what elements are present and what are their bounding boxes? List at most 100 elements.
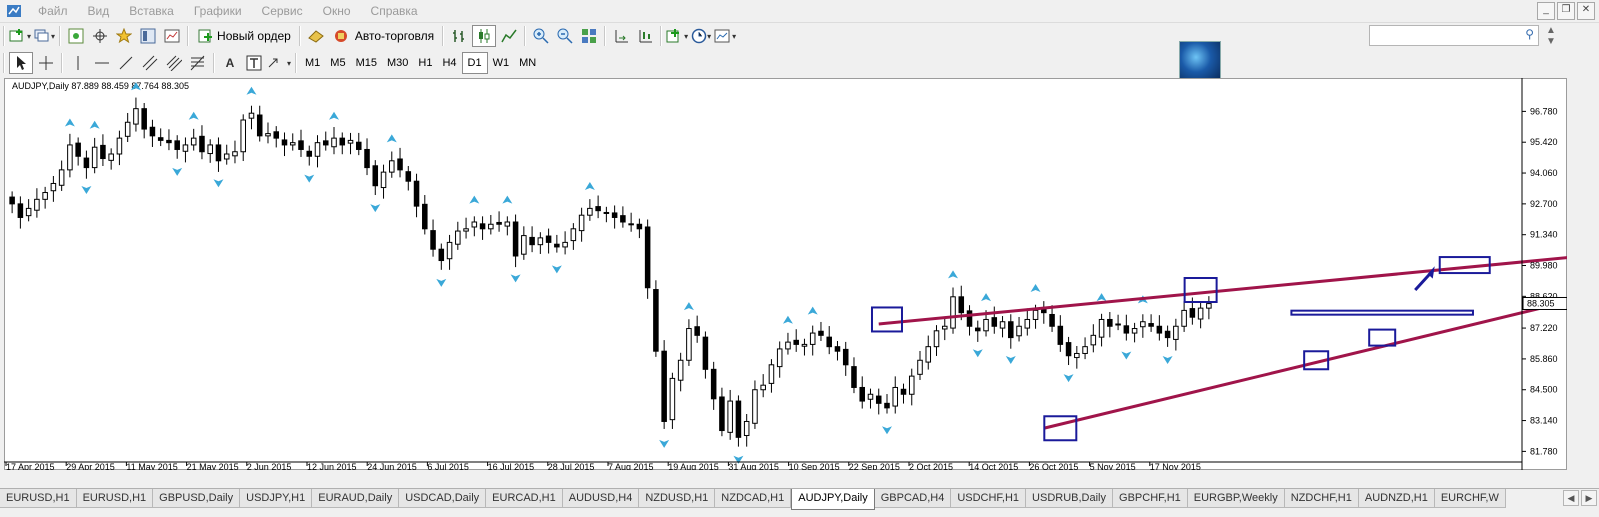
chart-shift-icon[interactable] [610, 26, 632, 46]
candle-body [578, 214, 585, 232]
chart-tab[interactable]: USDRUB,Daily [1026, 489, 1114, 508]
search-input[interactable]: ⚲ [1369, 25, 1539, 46]
chart-tab[interactable]: NZDCAD,H1 [715, 489, 792, 508]
restore-icon[interactable]: ❐ [1557, 2, 1575, 20]
menu-view[interactable]: Вид [78, 0, 120, 22]
trend-line-upper [878, 256, 1567, 326]
chart-tab[interactable]: USDCAD,Daily [399, 489, 487, 508]
auto-trading-button[interactable]: Авто-торговля [329, 26, 438, 46]
candle-body [496, 221, 502, 225]
crosshair-icon[interactable] [35, 53, 57, 73]
candle-body [215, 144, 222, 162]
chart-tab[interactable]: EURUSD,H1 [76, 489, 154, 508]
favorites-icon[interactable] [113, 26, 135, 46]
meta-editor-icon[interactable] [305, 26, 327, 46]
timeframe-m5[interactable]: M5 [325, 53, 350, 73]
chart-tab[interactable]: GBPCHF,H1 [1113, 489, 1188, 508]
fibo-retracement-icon[interactable] [187, 53, 209, 73]
chart-tab[interactable]: AUDJPY,Daily [791, 489, 875, 510]
candle-body [372, 165, 379, 187]
menu-charts[interactable]: Графики [184, 0, 252, 22]
bar-chart-icon[interactable] [448, 26, 470, 46]
crosshair-nav-icon[interactable] [89, 26, 111, 46]
chart-tab[interactable]: EURGBP,Weekly [1187, 489, 1285, 508]
fractal-up-arrow [502, 195, 513, 204]
chart-tab[interactable]: GBPCAD,H4 [874, 489, 952, 508]
timeframe-m15[interactable]: M15 [351, 53, 382, 73]
candle-body [851, 366, 857, 388]
fractal-up-arrow [1030, 284, 1041, 292]
chart-tab[interactable]: EURUSD,H1 [0, 489, 77, 508]
menu-window[interactable]: Окно [313, 0, 361, 22]
text-label-icon[interactable] [243, 53, 265, 73]
horizontal-line-icon[interactable] [91, 53, 113, 73]
timeframe-mn[interactable]: MN [514, 53, 541, 73]
menu-tools[interactable]: Сервис [252, 0, 313, 22]
arrows-icon[interactable]: ▾ [267, 53, 291, 73]
line-chart-icon[interactable] [498, 26, 520, 46]
candle-body [182, 144, 189, 152]
timeframe-m1[interactable]: M1 [300, 53, 325, 73]
minimize-icon[interactable]: _ [1537, 2, 1555, 20]
profiles-icon[interactable]: ▾ [33, 26, 55, 46]
price-chart[interactable]: AUDJPY,Daily 87.889 88.459 87.764 88.305… [4, 78, 1567, 470]
chart-tab[interactable]: NZDUSD,H1 [639, 489, 716, 508]
chart-tab[interactable]: USDCHF,H1 [951, 489, 1027, 508]
candle-body [818, 330, 824, 336]
candle-body [727, 400, 733, 433]
new-order-button[interactable]: Новый ордер [193, 26, 295, 46]
tab-left-icon[interactable]: ◀ [1563, 490, 1579, 506]
equidistant-channel-icon[interactable] [139, 53, 161, 73]
market-watch-icon[interactable] [65, 26, 87, 46]
chart-tab[interactable]: AUDNZD,H1 [1358, 489, 1435, 508]
tab-right-icon[interactable]: ▶ [1581, 490, 1597, 506]
timeframe-w1[interactable]: W1 [488, 53, 515, 73]
menu-insert[interactable]: Вставка [119, 0, 184, 22]
chart-tab[interactable]: NZDCHF,H1 [1284, 489, 1359, 508]
strategy-tester-icon[interactable] [161, 26, 183, 46]
fractal-down-arrow [304, 174, 315, 183]
chart-tab[interactable]: GBPUSD,Daily [153, 489, 241, 508]
chart-tab[interactable]: EURAUD,Daily [312, 489, 400, 508]
tile-windows-icon[interactable] [578, 26, 600, 46]
zoom-in-icon[interactable] [530, 26, 552, 46]
candle-body [298, 140, 304, 150]
zoom-out-icon[interactable] [554, 26, 576, 46]
fractal-down-arrow [510, 274, 521, 283]
chart-tab[interactable]: EURCAD,H1 [486, 489, 563, 508]
periods-clock-icon[interactable]: ▾ [690, 26, 712, 46]
separator [524, 26, 527, 46]
timeframe-d1[interactable]: D1 [461, 52, 488, 74]
indicators-icon[interactable]: ▾ [666, 26, 688, 46]
menu-bar: Файл Вид Вставка Графики Сервис Окно Спр… [0, 0, 1599, 23]
close-icon[interactable]: ✕ [1577, 2, 1595, 20]
chart-tab[interactable]: EURCHF,W [1434, 489, 1506, 508]
candle-body [339, 137, 346, 146]
fibo-channel-icon[interactable] [163, 53, 185, 73]
time-tick-label: 16 Jul 2015 [488, 462, 535, 470]
toolbar-scroll-icon[interactable]: ▲ ▼ [1546, 25, 1560, 47]
timeframe-h4[interactable]: H4 [437, 53, 461, 73]
text-tool-button[interactable]: A [219, 53, 241, 73]
candle-body [999, 321, 1006, 329]
time-tick-label: 11 May 2015 [126, 462, 177, 470]
separator [298, 26, 301, 46]
templates-icon[interactable]: ▾ [714, 26, 736, 46]
chart-tab[interactable]: AUDUSD,H4 [562, 489, 640, 508]
timeframe-m30[interactable]: M30 [382, 53, 413, 73]
vertical-line-icon[interactable] [67, 53, 89, 73]
candle-body [42, 192, 48, 200]
candlestick-chart-icon[interactable] [472, 25, 497, 47]
trend-lines [878, 256, 1567, 430]
auto-scroll-icon[interactable] [634, 26, 656, 46]
trendline-icon[interactable] [115, 53, 137, 73]
time-tick-label: 19 Aug 2015 [668, 462, 719, 470]
cursor-icon[interactable] [9, 52, 33, 74]
menu-file[interactable]: Файл [28, 0, 78, 22]
terminal-icon[interactable] [137, 26, 159, 46]
new-chart-icon[interactable]: ▾ [9, 26, 31, 46]
timeframe-h1[interactable]: H1 [413, 53, 437, 73]
chart-tab[interactable]: USDJPY,H1 [240, 489, 313, 508]
search-icon[interactable]: ⚲ [1525, 27, 1534, 41]
menu-help[interactable]: Справка [361, 0, 428, 22]
